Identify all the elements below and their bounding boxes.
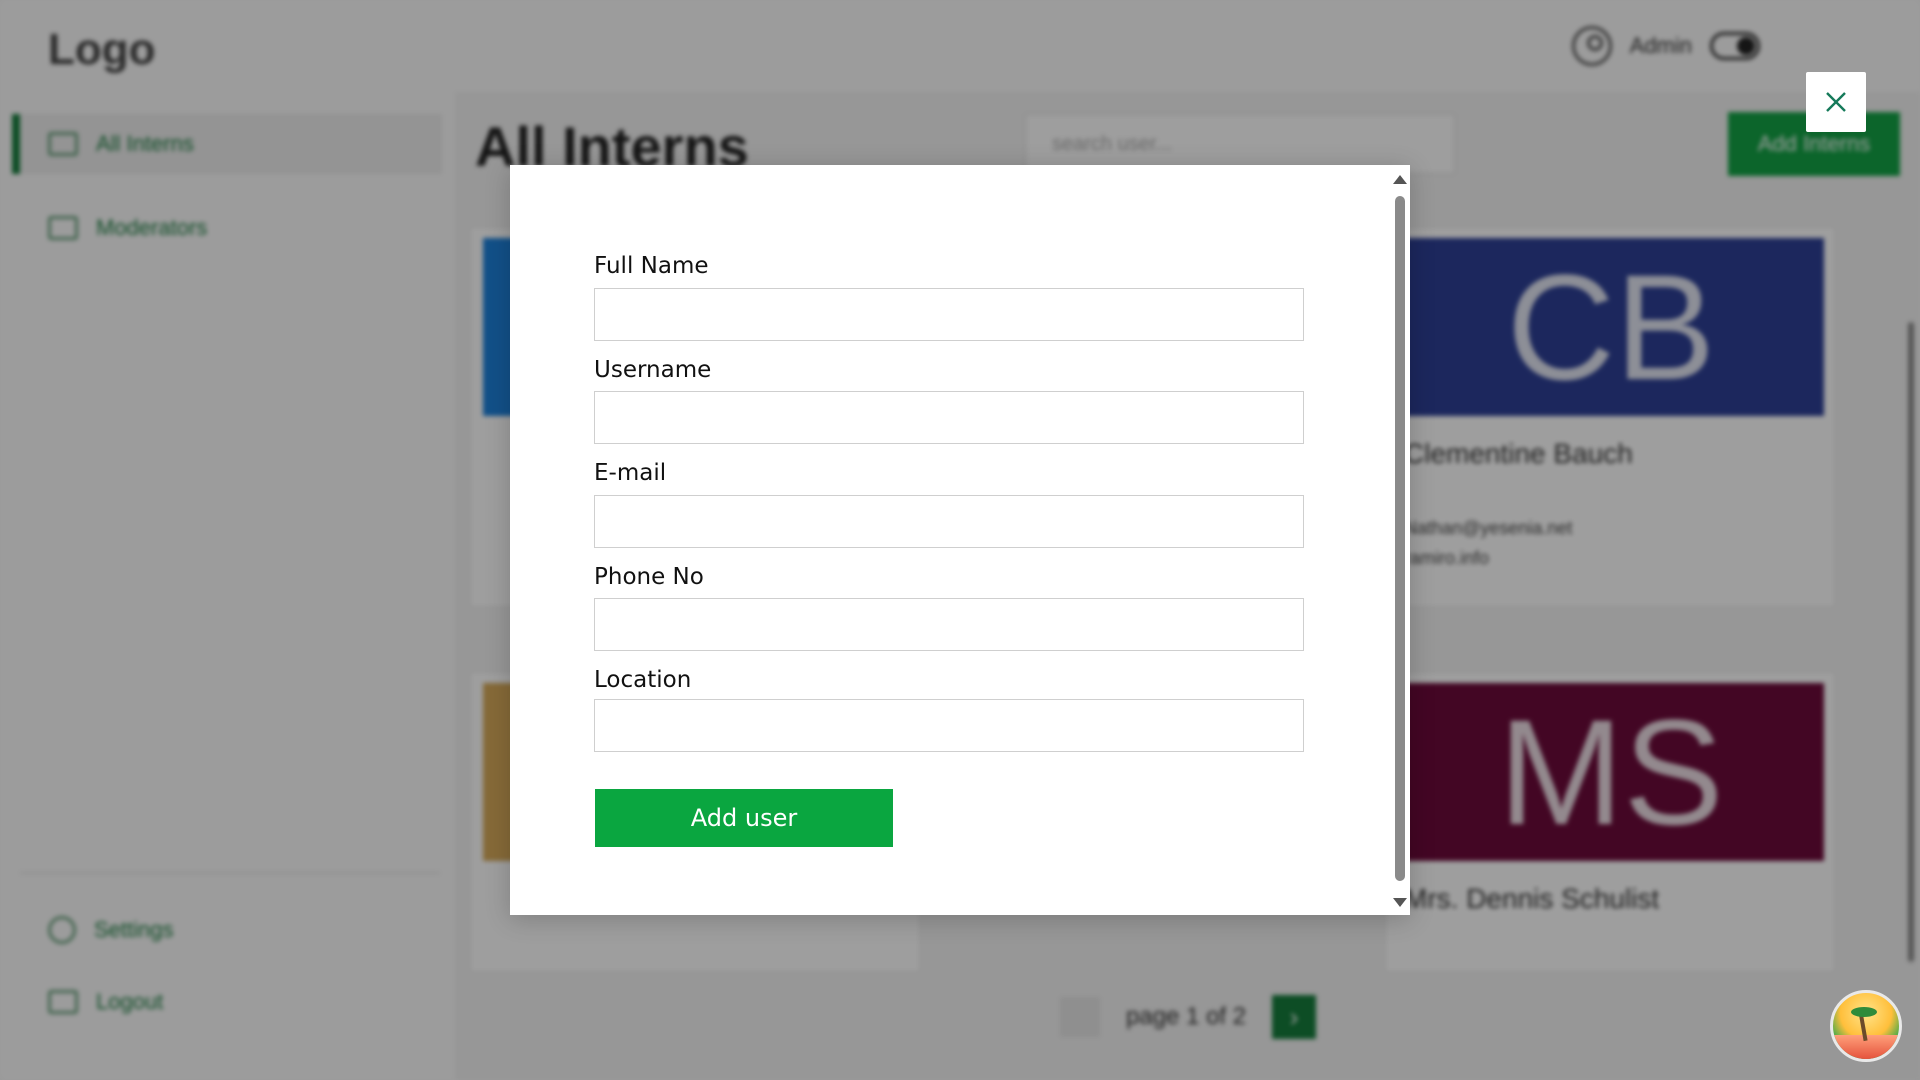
phone-field[interactable] <box>594 598 1304 651</box>
scroll-thumb[interactable] <box>1395 196 1405 881</box>
email-label: E-mail <box>594 460 667 486</box>
location-field[interactable] <box>594 699 1304 752</box>
username-label: Username <box>594 357 712 383</box>
full-name-label: Full Name <box>594 253 709 279</box>
username-field[interactable] <box>594 391 1304 444</box>
phone-label: Phone No <box>594 564 704 590</box>
modal-scrollbar[interactable] <box>1393 169 1407 911</box>
close-modal-button[interactable] <box>1806 72 1866 132</box>
email-field[interactable] <box>594 495 1304 548</box>
full-name-field[interactable] <box>594 288 1304 341</box>
scroll-up-icon[interactable] <box>1393 175 1407 184</box>
scroll-down-icon[interactable] <box>1393 898 1407 907</box>
beach-palm-icon[interactable] <box>1830 990 1902 1062</box>
add-user-modal: Full Name Username E-mail Phone No Locat… <box>510 165 1410 915</box>
add-user-button[interactable]: Add user <box>595 789 893 847</box>
close-icon <box>1826 92 1846 112</box>
location-label: Location <box>594 667 692 693</box>
